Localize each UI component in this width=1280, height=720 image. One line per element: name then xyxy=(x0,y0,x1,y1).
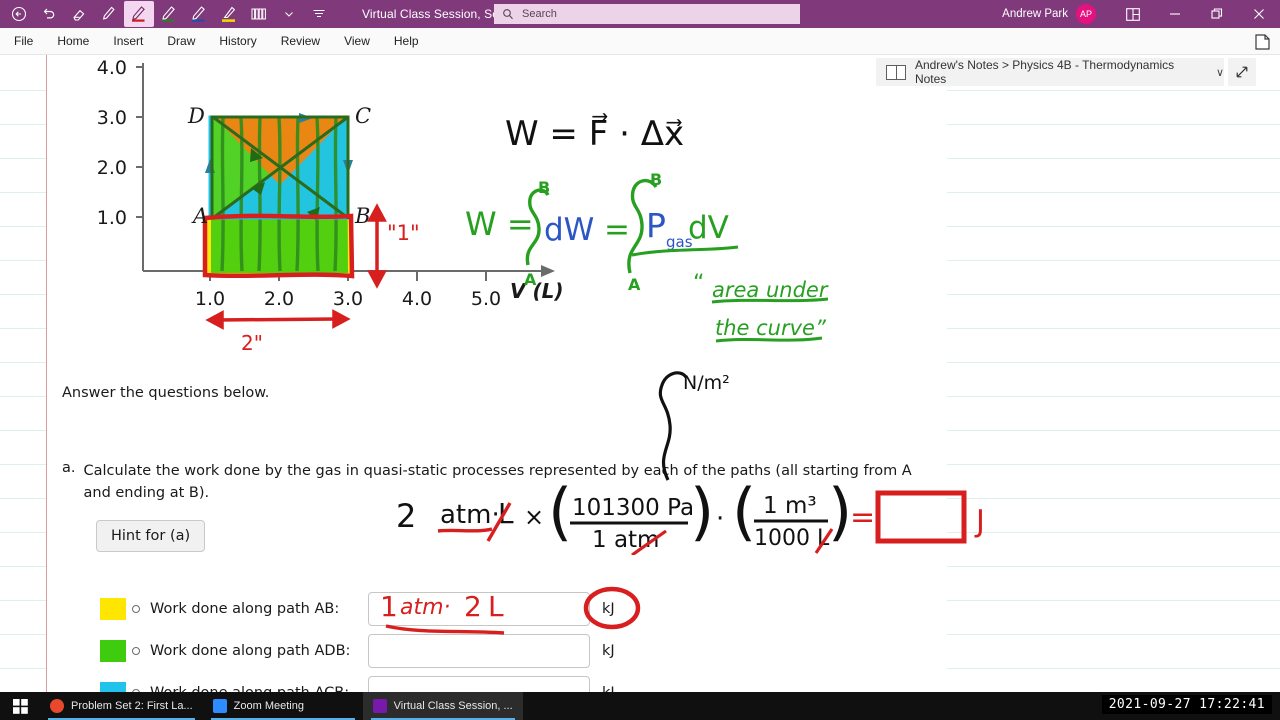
menu-item-help[interactable]: Help xyxy=(382,28,431,55)
question-letter: a. xyxy=(62,460,76,476)
point-label-c: C xyxy=(355,104,371,128)
taskbar-item-onenote[interactable]: Virtual Class Session, ... xyxy=(362,692,523,720)
y-tick-label: 1.0 xyxy=(97,207,127,229)
clock: 2021-09-27 17:22:41 xyxy=(1101,695,1272,714)
answer-input-adb[interactable] xyxy=(368,634,590,668)
chevron-down-icon[interactable] xyxy=(274,1,304,27)
x-tick-label: 5.0 xyxy=(471,288,501,310)
taskbar-item-label: Virtual Class Session, ... xyxy=(393,700,513,712)
eraser-icon[interactable] xyxy=(64,1,94,27)
y-tick-label: 4.0 xyxy=(97,57,127,79)
swatch-ab xyxy=(100,598,126,620)
x-tick-label: 1.0 xyxy=(195,288,225,310)
menu-bar: File Home Insert Draw History Review Vie… xyxy=(0,28,1280,55)
pv-diagram: 4.0 3.0 2.0 1.0 1.0 2.0 3.0 4.0 5.0 V (L… xyxy=(55,55,575,365)
menu-item-home[interactable]: Home xyxy=(45,28,101,55)
y-tick-label: 3.0 xyxy=(97,107,127,129)
taskbar: Problem Set 2: First La... Zoom Meeting … xyxy=(0,692,1280,720)
pv-diagram-svg: 4.0 3.0 2.0 1.0 1.0 2.0 3.0 4.0 5.0 V (L… xyxy=(97,57,564,355)
answer-prompt: Answer the questions below. xyxy=(62,385,270,401)
answer-row-acb: Work done along path ACB: kJ xyxy=(100,672,700,692)
answer-label-ab: Work done along path AB: xyxy=(150,601,340,617)
menu-item-view[interactable]: View xyxy=(332,28,382,55)
minimize-button[interactable] xyxy=(1154,0,1196,28)
x-axis-label: V (L) xyxy=(510,279,563,303)
sidebar-toggle-button[interactable] xyxy=(1112,0,1154,28)
ink-height-label: "1" xyxy=(387,221,420,245)
onenote-icon xyxy=(372,699,387,713)
notebook-icon xyxy=(886,64,906,80)
x-tick-label: 3.0 xyxy=(333,288,363,310)
y-tick-label: 2.0 xyxy=(97,157,127,179)
point-label-b: B xyxy=(354,204,370,228)
ink-toolbar xyxy=(0,1,334,27)
menu-item-history[interactable]: History xyxy=(207,28,268,55)
expand-button[interactable] xyxy=(1228,58,1256,86)
pen-collection-icon[interactable] xyxy=(244,1,274,27)
answer-row-ab: Work done along path AB: kJ xyxy=(100,588,700,630)
answer-unit-adb: kJ xyxy=(602,643,615,659)
menu-item-draw[interactable]: Draw xyxy=(155,28,207,55)
hint-button[interactable]: Hint for (a) xyxy=(96,520,206,552)
margin-line xyxy=(46,55,47,692)
search-placeholder: Search xyxy=(522,8,557,20)
answer-row-adb: Work done along path ADB: kJ xyxy=(100,630,700,672)
answer-unit-acb: kJ xyxy=(602,685,615,692)
highlighter-yellow-icon[interactable] xyxy=(214,1,244,27)
swatch-acb xyxy=(100,682,126,692)
restore-button[interactable] xyxy=(1196,0,1238,28)
start-button[interactable] xyxy=(0,692,40,720)
answer-list: Work done along path AB: kJ Work done al… xyxy=(100,588,700,692)
answer-input-acb[interactable] xyxy=(368,676,590,692)
ink-width-label: 2" xyxy=(241,331,263,355)
x-axis-arrow xyxy=(541,265,555,277)
question-text: Calculate the work done by the gas in qu… xyxy=(83,463,912,501)
search-input[interactable]: Search xyxy=(494,4,800,24)
undo-icon[interactable] xyxy=(34,1,64,27)
avatar[interactable]: AP xyxy=(1076,4,1096,24)
note-page[interactable]: Andrew's Notes > Physics 4B - Thermodyna… xyxy=(0,55,1280,692)
swatch-adb xyxy=(100,640,126,662)
breadcrumb[interactable]: Andrew's Notes > Physics 4B - Thermodyna… xyxy=(876,58,1224,86)
ink-height-arrow xyxy=(367,203,387,289)
radio-ab[interactable] xyxy=(132,605,140,613)
back-icon[interactable] xyxy=(4,1,34,27)
pen-icon[interactable] xyxy=(94,1,124,27)
search-icon xyxy=(503,9,513,20)
taskbar-item-zoom[interactable]: Zoom Meeting xyxy=(203,692,363,720)
point-label-d: D xyxy=(187,104,205,128)
breadcrumb-label: Andrew's Notes > Physics 4B - Thermodyna… xyxy=(914,58,1175,86)
taskbar-item-label: Problem Set 2: First La... xyxy=(71,700,193,712)
x-tick-label: 4.0 xyxy=(402,288,432,310)
taskbar-item-label: Zoom Meeting xyxy=(233,700,304,712)
chevron-down-icon[interactable]: ∨ xyxy=(1216,66,1224,79)
notes-pane-icon[interactable] xyxy=(1252,32,1272,52)
answer-label-adb: Work done along path ADB: xyxy=(150,643,351,659)
chrome-icon xyxy=(50,699,64,713)
title-bar: Virtual Class Session, Sep. 27, 2021 - O… xyxy=(0,0,1280,28)
answer-input-ab[interactable] xyxy=(368,592,590,626)
close-button[interactable] xyxy=(1238,0,1280,28)
answer-label-acb: Work done along path ACB: xyxy=(150,685,368,692)
menu-item-review[interactable]: Review xyxy=(269,28,332,55)
ink-width-arrow xyxy=(205,309,351,330)
radio-adb[interactable] xyxy=(132,647,140,655)
menu-item-insert[interactable]: Insert xyxy=(101,28,155,55)
zoom-icon xyxy=(212,699,227,713)
question-block: a. Calculate the work done by the gas in… xyxy=(62,460,942,552)
user-name[interactable]: Andrew Park xyxy=(1002,8,1076,20)
ink-options-icon[interactable] xyxy=(304,1,334,27)
pen-red-icon[interactable] xyxy=(124,1,154,27)
x-tick-label: 2.0 xyxy=(264,288,294,310)
pen-blue-icon[interactable] xyxy=(184,1,214,27)
window-controls: Andrew Park AP xyxy=(1002,0,1280,28)
pen-green-icon[interactable] xyxy=(154,1,184,27)
answer-unit-ab: kJ xyxy=(602,601,615,617)
taskbar-item-chrome[interactable]: Problem Set 2: First La... xyxy=(40,692,203,720)
menu-item-file[interactable]: File xyxy=(0,28,45,55)
point-label-a: A xyxy=(191,204,208,228)
onenote-window: Virtual Class Session, Sep. 27, 2021 - O… xyxy=(0,0,1280,720)
